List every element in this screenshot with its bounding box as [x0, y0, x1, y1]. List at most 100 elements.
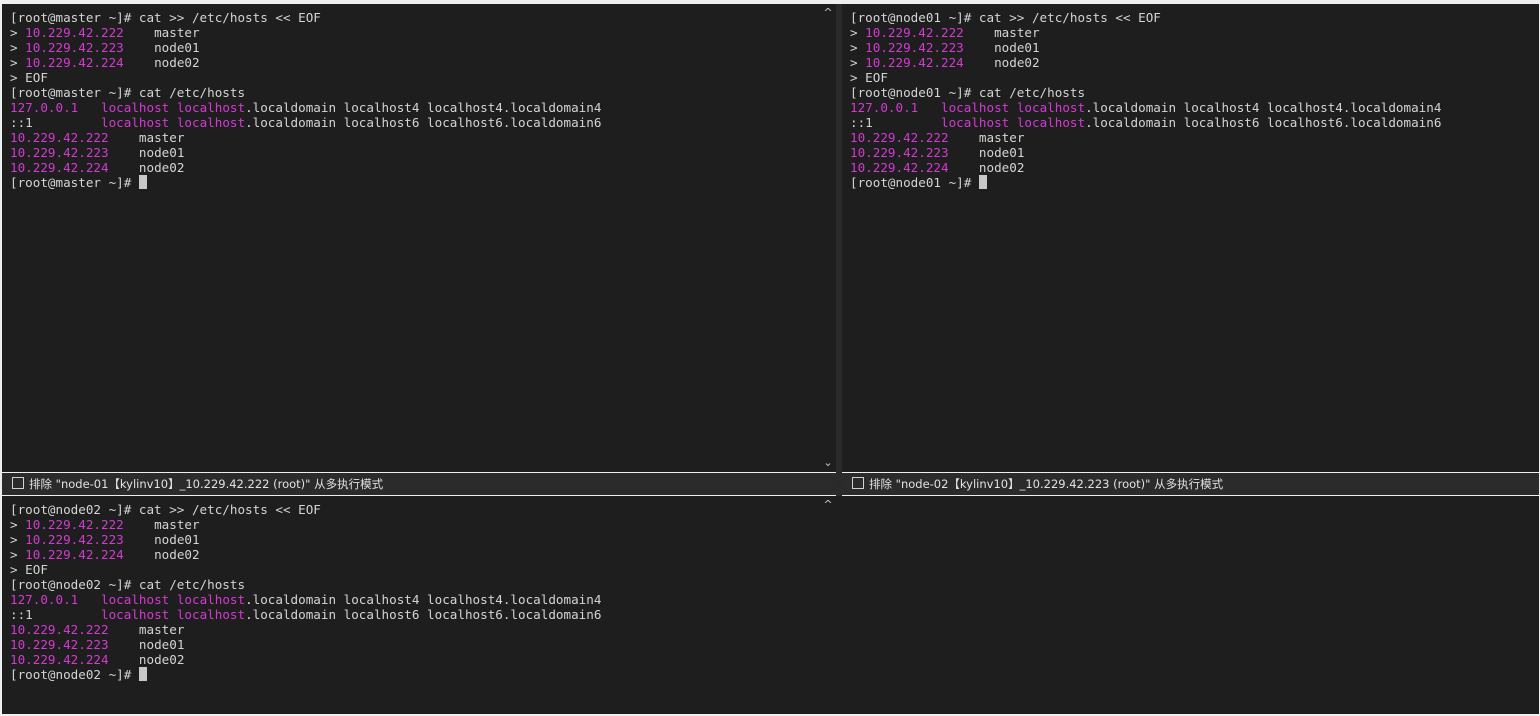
terminal-line: 10.229.42.224 node02 — [850, 160, 1539, 175]
terminal-output-node01[interactable]: [root@node01 ~]# cat >> /etc/hosts << EO… — [842, 4, 1539, 472]
terminal-text-segment: node01 — [948, 145, 1025, 160]
terminal-line: 127.0.0.1 localhost localhost.localdomai… — [10, 100, 836, 115]
terminal-text-segment: > — [10, 55, 26, 70]
terminal-text-segment: localhost localhost — [101, 100, 246, 115]
multi-exec-exclude-bar-right: 排除 "node-02【kylinv10】_10.229.42.223 (roo… — [842, 473, 1539, 495]
terminal-text-segment: .localdomain localhost6 localhost6.local… — [1085, 115, 1442, 130]
terminal-text-segment: .localdomain localhost4 localhost4.local… — [1085, 100, 1442, 115]
terminal-text-segment: > — [10, 40, 26, 55]
multi-exec-exclude-bar-left: 排除 "node-01【kylinv10】_10.229.42.222 (roo… — [2, 473, 836, 495]
terminal-text-segment: localhost localhost — [101, 592, 246, 607]
terminal-text-segment: 10.229.42.223 — [25, 532, 124, 547]
terminal-line: > 10.229.42.223 node01 — [850, 40, 1539, 55]
terminal-text-segment: node01 — [108, 637, 185, 652]
terminal-line: > 10.229.42.222 master — [10, 517, 836, 532]
terminal-text-segment: > EOF — [10, 70, 48, 85]
terminal-text-segment: localhost localhost — [941, 115, 1086, 130]
terminal-line: [root@master ~]# cat /etc/hosts — [10, 85, 836, 100]
terminal-text-segment: > — [10, 547, 26, 562]
terminal-text-segment: localhost localhost — [101, 115, 246, 130]
terminal-text-segment: > — [850, 25, 866, 40]
terminal-text-segment: ::1 — [850, 115, 941, 130]
terminal-text-segment: node02 — [948, 160, 1025, 175]
exclude-node01-label: 排除 "node-01【kylinv10】_10.229.42.222 (roo… — [29, 477, 384, 491]
terminal-text-segment: 10.229.42.223 — [25, 40, 124, 55]
terminal-pane-empty[interactable] — [836, 496, 1539, 714]
terminal-line: 127.0.0.1 localhost localhost.localdomai… — [850, 100, 1539, 115]
terminal-line: > EOF — [850, 70, 1539, 85]
terminal-text-segment: 10.229.42.223 — [865, 40, 964, 55]
terminal-line: > 10.229.42.222 master — [10, 25, 836, 40]
terminal-text-segment: [root@master ~]# — [10, 175, 139, 190]
exclude-node02-label: 排除 "node-02【kylinv10】_10.229.42.223 (roo… — [869, 477, 1224, 491]
scroll-up-arrow-icon[interactable]: ^ — [820, 6, 836, 20]
terminal-text-segment: 10.229.42.222 — [25, 517, 124, 532]
terminal-line: > 10.229.42.222 master — [850, 25, 1539, 40]
terminal-text-segment: master — [963, 25, 1040, 40]
terminal-text-segment: node02 — [123, 547, 200, 562]
pane-divider[interactable] — [836, 4, 842, 496]
terminal-cursor — [138, 667, 147, 681]
terminal-text-segment: 10.229.42.222 — [10, 130, 109, 145]
terminal-text-segment: 10.229.42.222 — [865, 25, 964, 40]
terminal-text-segment: 127.0.0.1 — [850, 100, 919, 115]
scroll-up-arrow-icon[interactable]: ^ — [820, 498, 836, 512]
scrollbar[interactable]: ^ ⌄ — [820, 4, 836, 472]
terminal-pane-node02[interactable]: [root@node02 ~]# cat >> /etc/hosts << EO… — [2, 496, 836, 714]
terminal-line: [root@node01 ~]# cat /etc/hosts — [850, 85, 1539, 100]
terminal-text-segment: 127.0.0.1 — [10, 592, 79, 607]
terminal-line: 10.229.42.222 master — [10, 130, 836, 145]
terminal-text-segment: 10.229.42.222 — [10, 622, 109, 637]
terminal-line: 10.229.42.224 node02 — [10, 160, 836, 175]
terminal-text-segment: [root@node01 ~]# cat /etc/hosts — [850, 85, 1086, 100]
terminal-pane-node01[interactable]: [root@node01 ~]# cat >> /etc/hosts << EO… — [842, 4, 1539, 472]
terminal-output-master[interactable]: [root@master ~]# cat >> /etc/hosts << EO… — [2, 4, 836, 472]
exclude-node01-checkbox[interactable] — [12, 477, 24, 489]
terminal-text-segment: .localdomain localhost6 localhost6.local… — [245, 607, 602, 622]
terminal-text-segment: 10.229.42.223 — [850, 145, 949, 160]
terminal-text-segment: 10.229.42.224 — [850, 160, 949, 175]
terminal-text-segment: [root@node02 ~]# cat /etc/hosts — [10, 577, 246, 592]
terminal-text-segment: 10.229.42.224 — [10, 652, 109, 667]
terminal-text-segment: .localdomain localhost4 localhost4.local… — [245, 592, 602, 607]
terminal-text-segment: 10.229.42.222 — [850, 130, 949, 145]
terminal-line: [root@master ~]# cat >> /etc/hosts << EO… — [10, 10, 836, 25]
terminal-line: 10.229.42.222 master — [850, 130, 1539, 145]
terminal-text-segment: localhost localhost — [101, 607, 246, 622]
terminal-text-segment: node02 — [963, 55, 1040, 70]
exclude-node02-checkbox[interactable] — [852, 477, 864, 489]
terminal-text-segment: > — [10, 517, 26, 532]
terminal-line: 127.0.0.1 localhost localhost.localdomai… — [10, 592, 836, 607]
terminal-text-segment: master — [948, 130, 1025, 145]
terminal-text-segment: node02 — [108, 160, 185, 175]
terminal-text-segment: master — [108, 130, 185, 145]
terminal-line: [root@node01 ~]# — [850, 175, 1539, 190]
terminal-line: > EOF — [10, 70, 836, 85]
scrollbar[interactable]: ^ — [820, 496, 836, 714]
scroll-down-arrow-icon[interactable]: ⌄ — [820, 456, 836, 470]
terminal-text-segment: > — [850, 40, 866, 55]
terminal-text-segment: master — [123, 25, 200, 40]
terminal-line: > 10.229.42.224 node02 — [10, 547, 836, 562]
terminal-text-segment: node01 — [108, 145, 185, 160]
terminal-text-segment: node02 — [123, 55, 200, 70]
terminal-text-segment: ::1 — [10, 115, 101, 130]
terminal-output-node02[interactable]: [root@node02 ~]# cat >> /etc/hosts << EO… — [2, 496, 836, 714]
terminal-text-segment: [root@node01 ~]# cat >> /etc/hosts << EO… — [850, 10, 1161, 25]
terminal-line: ::1 localhost localhost.localdomain loca… — [10, 115, 836, 130]
terminal-line: > 10.229.42.223 node01 — [10, 40, 836, 55]
terminal-text-segment: node01 — [963, 40, 1040, 55]
terminal-text-segment: 10.229.42.224 — [10, 160, 109, 175]
terminal-pane-master[interactable]: [root@master ~]# cat >> /etc/hosts << EO… — [2, 4, 836, 472]
terminal-text-segment: > — [10, 25, 26, 40]
terminal-line: 10.229.42.223 node01 — [850, 145, 1539, 160]
terminal-line: 10.229.42.222 master — [10, 622, 836, 637]
terminal-line: > 10.229.42.224 node02 — [10, 55, 836, 70]
terminal-text-segment: [root@node01 ~]# — [850, 175, 979, 190]
terminal-line: 10.229.42.224 node02 — [10, 652, 836, 667]
terminal-cursor — [978, 175, 987, 189]
terminal-text-segment: 10.229.42.224 — [25, 547, 124, 562]
terminal-text-segment: 127.0.0.1 — [10, 100, 79, 115]
